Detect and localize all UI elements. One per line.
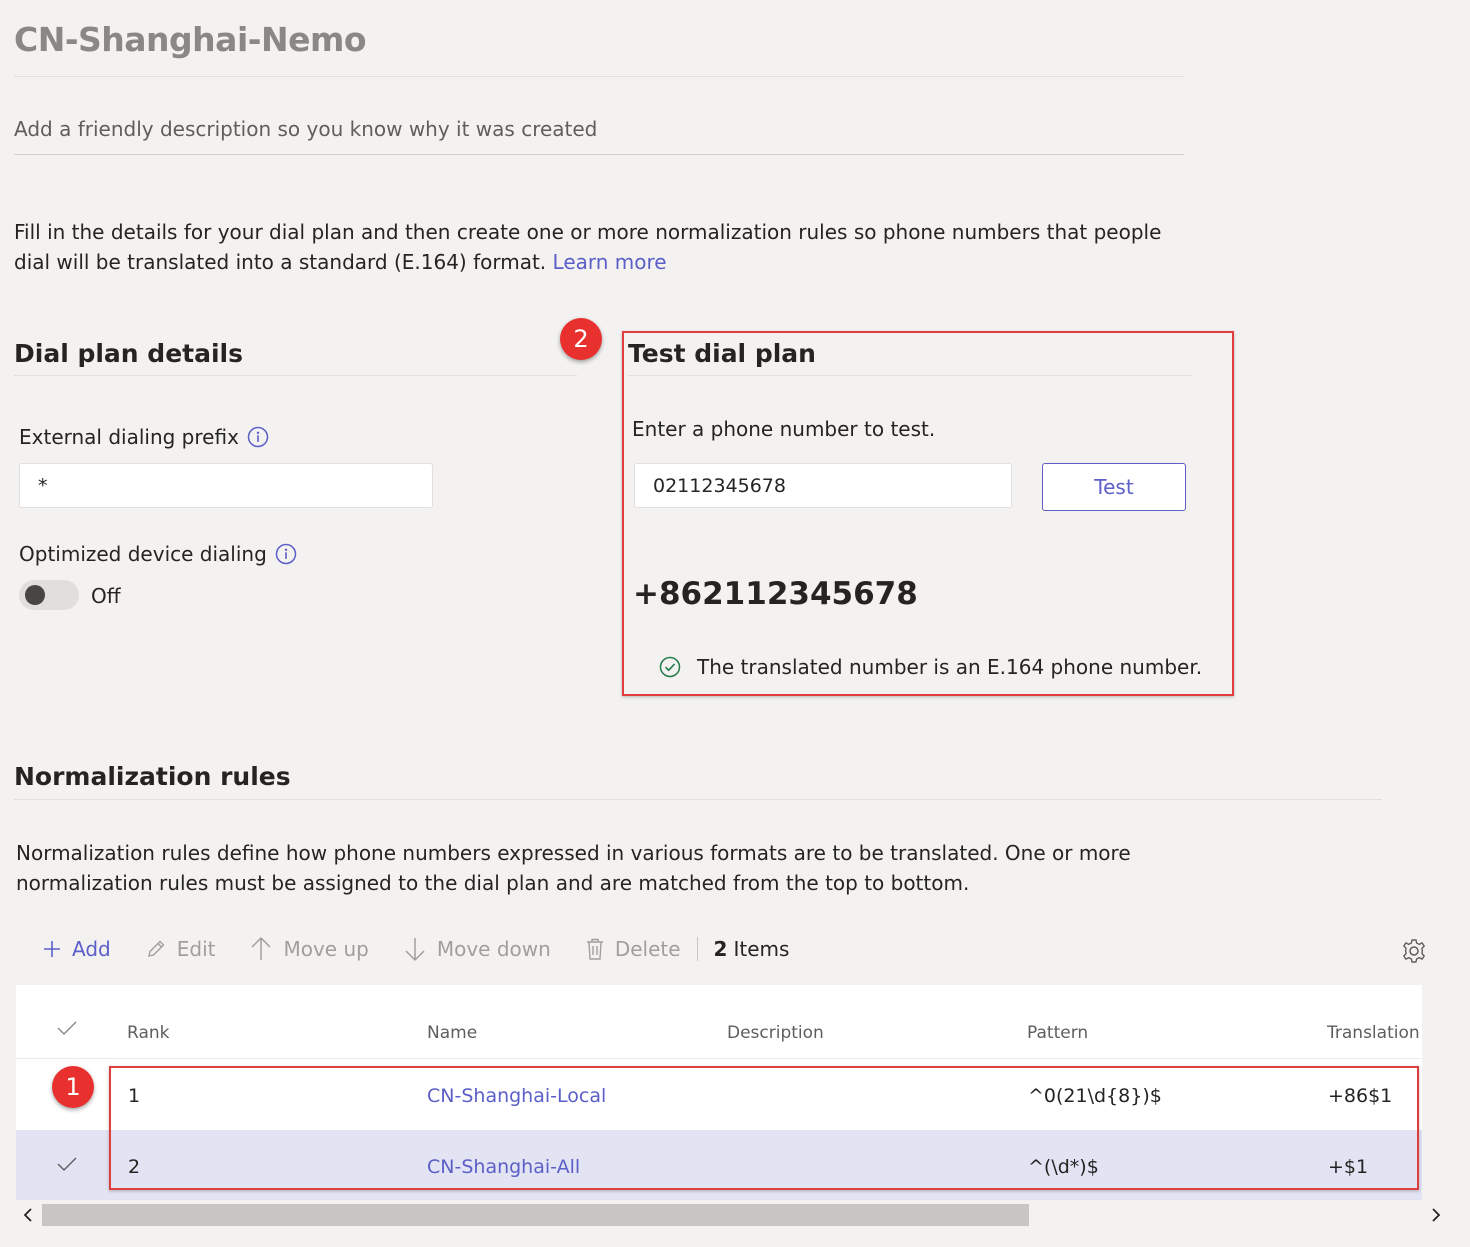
info-icon[interactable] — [275, 543, 297, 565]
test-prompt: Enter a phone number to test. — [632, 417, 936, 441]
title-divider — [14, 76, 1184, 77]
move-up-button[interactable]: Move up — [249, 936, 369, 962]
toggle-state-label: Off — [91, 584, 121, 608]
scroll-right-icon[interactable] — [1430, 1207, 1442, 1223]
item-count-number: 2 — [713, 937, 728, 961]
test-button[interactable]: Test — [1042, 463, 1186, 511]
external-prefix-label: External dialing prefix — [19, 425, 239, 449]
annotation-box-rules — [109, 1066, 1419, 1190]
trash-icon — [585, 937, 605, 961]
column-header-pattern[interactable]: Pattern — [1027, 1023, 1088, 1043]
edit-button[interactable]: Edit — [145, 937, 216, 961]
move-down-label: Move down — [436, 937, 551, 961]
arrow-up-icon — [249, 936, 273, 962]
optimized-dialing-label: Optimized device dialing — [19, 542, 267, 566]
column-header-description[interactable]: Description — [727, 1023, 824, 1043]
move-down-button[interactable]: Move down — [403, 936, 551, 962]
scroll-left-icon[interactable] — [22, 1207, 34, 1223]
optimized-dialing-toggle[interactable] — [19, 580, 79, 610]
annotation-badge-1: 1 — [52, 1066, 94, 1108]
delete-label: Delete — [614, 937, 681, 961]
column-header-name[interactable]: Name — [427, 1023, 477, 1043]
description-underline — [14, 154, 1184, 155]
success-check-icon — [659, 656, 681, 678]
test-result-number: +862112345678 — [633, 576, 918, 612]
plus-icon — [42, 939, 62, 959]
scrollbar-thumb[interactable] — [42, 1204, 1029, 1226]
add-button[interactable]: Add — [42, 937, 111, 961]
normalization-heading: Normalization rules — [14, 762, 291, 791]
test-result-message: The translated number is an E.164 phone … — [697, 655, 1203, 679]
table-toolbar: Add Edit Move up Move down Delete 2 Item… — [16, 913, 1425, 985]
annotation-badge-2: 2 — [560, 318, 602, 360]
arrow-down-icon — [403, 936, 427, 962]
toolbar-separator — [696, 937, 698, 961]
external-prefix-input[interactable]: * — [19, 463, 433, 508]
column-header-translation[interactable]: Translation — [1327, 1023, 1420, 1043]
annotation-box-test-dial-plan — [622, 331, 1234, 696]
intro-text: Fill in the details for your dial plan a… — [14, 217, 1194, 277]
normalization-description: Normalization rules define how phone num… — [16, 841, 1131, 895]
test-result-message-row: The translated number is an E.164 phone … — [659, 655, 1202, 679]
test-dial-plan-heading: Test dial plan — [628, 339, 816, 368]
delete-button[interactable]: Delete — [585, 937, 681, 961]
item-count: 2 Items — [714, 937, 790, 961]
select-all-checkmark-icon[interactable] — [56, 1019, 78, 1037]
test-phone-input[interactable]: 02112345678 — [634, 463, 1012, 508]
page-title: CN-Shanghai-Nemo — [14, 20, 367, 59]
gear-icon[interactable] — [1401, 938, 1427, 964]
description-input[interactable]: Add a friendly description so you know w… — [14, 117, 597, 141]
external-prefix-label-row: External dialing prefix — [19, 425, 269, 449]
horizontal-scrollbar[interactable] — [16, 1200, 1441, 1230]
toggle-knob — [25, 585, 45, 605]
normalization-divider — [14, 799, 1382, 800]
learn-more-link[interactable]: Learn more — [553, 250, 667, 274]
item-count-label: Items — [733, 937, 790, 961]
move-up-label: Move up — [283, 937, 369, 961]
dial-plan-details-heading: Dial plan details — [14, 339, 243, 368]
info-icon[interactable] — [247, 426, 269, 448]
optimized-dialing-label-row: Optimized device dialing — [19, 542, 297, 566]
add-label: Add — [72, 937, 111, 961]
pencil-icon — [145, 938, 167, 960]
column-header-rank[interactable]: Rank — [127, 1023, 169, 1043]
dial-plan-details-divider — [14, 375, 577, 376]
edit-label: Edit — [176, 937, 216, 961]
row-checkmark-icon[interactable] — [56, 1155, 78, 1173]
test-dial-plan-divider — [628, 375, 1192, 376]
